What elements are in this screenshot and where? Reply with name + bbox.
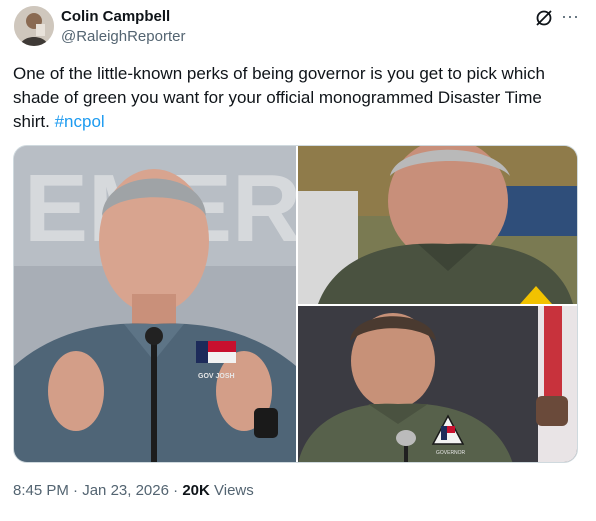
post-date[interactable]: Jan 23, 2026 — [82, 482, 169, 499]
photo-2[interactable] — [298, 146, 577, 304]
more-icon[interactable]: ··· — [560, 6, 580, 26]
tweet: Colin Campbell @RaleighReporter ··· One … — [0, 0, 596, 521]
author-handle[interactable]: @RaleighReporter — [61, 28, 185, 46]
hashtag-link[interactable]: #ncpol — [55, 112, 105, 131]
meta-separator: · — [73, 482, 79, 499]
photo-3-badge: GOVERNOR — [436, 450, 466, 456]
photo-3[interactable]: GOVERNOR — [298, 306, 577, 462]
photo-1[interactable]: EMERG GOV JOSH — [14, 146, 296, 462]
views-label: Views — [214, 482, 254, 499]
author-name[interactable]: Colin Campbell — [61, 8, 170, 26]
post-time[interactable]: 8:45 PM — [13, 482, 69, 499]
avatar[interactable] — [14, 6, 54, 46]
meta-separator: · — [173, 482, 179, 499]
tweet-meta: 8:45 PM · Jan 23, 2026 · 20K Views — [13, 482, 254, 500]
media-grid: EMERG GOV JOSH — [13, 145, 578, 463]
views-count[interactable]: 20K — [182, 482, 210, 499]
photo-1-badge: GOV JOSH — [198, 373, 235, 380]
tweet-text: One of the little-known perks of being g… — [13, 62, 578, 134]
grok-icon[interactable] — [534, 8, 554, 28]
